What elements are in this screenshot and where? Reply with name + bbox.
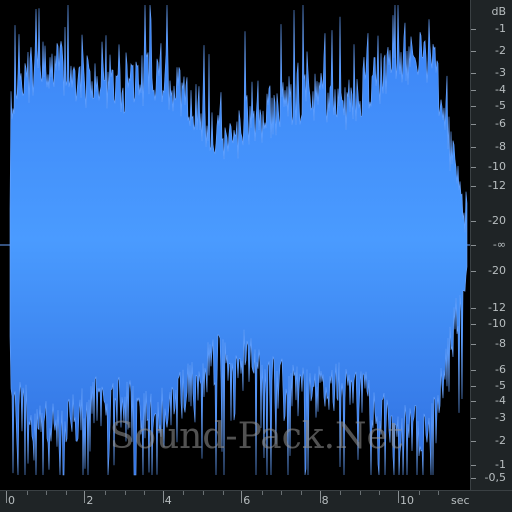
time-tick bbox=[319, 491, 321, 503]
db-label-top: -5 bbox=[495, 99, 506, 112]
db-label-top: -2 bbox=[495, 44, 506, 57]
db-ruler: dB -1 -2 -3 -4 -5 -6 -8 -10 -12 -20 -∞ -20 -12 -10 -8 -… bbox=[470, 0, 512, 490]
time-minor-tick bbox=[105, 491, 106, 495]
time-minor-tick bbox=[46, 491, 48, 495]
db-label-top: -20 bbox=[488, 214, 506, 227]
db-label-top: -12 bbox=[488, 179, 506, 192]
db-label-top: -10 bbox=[488, 160, 506, 173]
db-tick bbox=[471, 441, 476, 442]
db-tick bbox=[471, 370, 476, 371]
time-unit-label: sec bbox=[451, 494, 470, 507]
db-label-top: -3 bbox=[495, 66, 506, 79]
time-tick bbox=[6, 491, 7, 503]
time-label: 0 bbox=[8, 494, 15, 507]
db-tick bbox=[471, 386, 476, 387]
db-label-bottom: -6 bbox=[495, 363, 506, 376]
waveform-envelope bbox=[9, 4, 468, 476]
time-minor-tick bbox=[438, 491, 440, 495]
db-label-center: -∞ bbox=[492, 238, 506, 251]
db-tick bbox=[471, 124, 476, 125]
time-minor-tick bbox=[26, 491, 28, 495]
db-tick bbox=[471, 344, 476, 345]
db-tick bbox=[471, 245, 476, 246]
time-minor-tick bbox=[379, 491, 381, 495]
db-label-top: -8 bbox=[495, 140, 506, 153]
db-unit-label: dB bbox=[491, 5, 506, 18]
time-ruler: 0 2 4 6 8 10 sec bbox=[0, 490, 512, 512]
db-tick bbox=[471, 465, 476, 466]
time-label: 10 bbox=[400, 494, 414, 507]
db-label-top: -4 bbox=[495, 83, 506, 96]
time-minor-tick bbox=[261, 491, 263, 495]
db-tick bbox=[471, 106, 476, 107]
db-tick bbox=[471, 29, 476, 30]
time-label: 2 bbox=[86, 494, 94, 507]
time-minor-tick bbox=[65, 491, 67, 495]
db-label-bottom: -1 bbox=[495, 458, 506, 471]
time-minor-tick bbox=[418, 491, 420, 495]
db-tick bbox=[471, 401, 476, 402]
time-minor-tick bbox=[340, 491, 342, 495]
time-label: 6 bbox=[243, 494, 251, 507]
db-tick bbox=[471, 478, 476, 479]
db-label-bottom: -4 bbox=[495, 394, 506, 407]
db-label-bottom: -20 bbox=[488, 264, 506, 277]
db-label-top: -6 bbox=[495, 117, 506, 130]
db-tick bbox=[471, 308, 476, 309]
db-label-bottom: -2 bbox=[495, 434, 506, 447]
time-tick bbox=[241, 491, 243, 503]
time-tick bbox=[162, 491, 164, 503]
time-minor-tick bbox=[183, 491, 185, 495]
db-tick bbox=[471, 271, 476, 272]
time-label: 4 bbox=[164, 494, 172, 507]
waveform-graphic[interactable] bbox=[0, 0, 470, 490]
db-tick bbox=[471, 418, 476, 419]
db-tick bbox=[471, 147, 476, 148]
time-tick bbox=[398, 491, 399, 503]
db-tick bbox=[471, 221, 476, 222]
db-label-bottom: -8 bbox=[495, 337, 506, 350]
db-label-bottom: -0,5 bbox=[484, 471, 506, 484]
db-tick bbox=[471, 324, 476, 325]
waveform-editor-view[interactable]: dB -1 -2 -3 -4 -5 -6 -8 -10 -12 -20 -∞ -20 -12 -10 -8-… bbox=[0, 0, 512, 512]
db-label-top: -1 bbox=[495, 22, 506, 35]
time-minor-tick bbox=[222, 491, 224, 495]
db-label-bottom: -10 bbox=[488, 317, 506, 330]
time-label: 8 bbox=[321, 494, 329, 507]
db-label-bottom: -5 bbox=[495, 379, 506, 392]
db-label-bottom: -3 bbox=[495, 411, 506, 424]
time-minor-tick bbox=[144, 491, 146, 495]
db-tick bbox=[471, 51, 476, 52]
time-minor-tick bbox=[359, 491, 361, 495]
time-minor-tick bbox=[301, 491, 302, 495]
db-label-bottom: -12 bbox=[488, 301, 506, 314]
db-tick bbox=[471, 186, 476, 187]
db-tick bbox=[471, 167, 476, 168]
db-tick bbox=[471, 73, 476, 74]
time-minor-tick bbox=[124, 491, 126, 495]
time-minor-tick bbox=[281, 491, 283, 495]
waveform-display[interactable] bbox=[0, 0, 470, 490]
db-tick bbox=[471, 90, 476, 91]
time-minor-tick bbox=[203, 491, 204, 495]
time-tick bbox=[84, 491, 86, 503]
